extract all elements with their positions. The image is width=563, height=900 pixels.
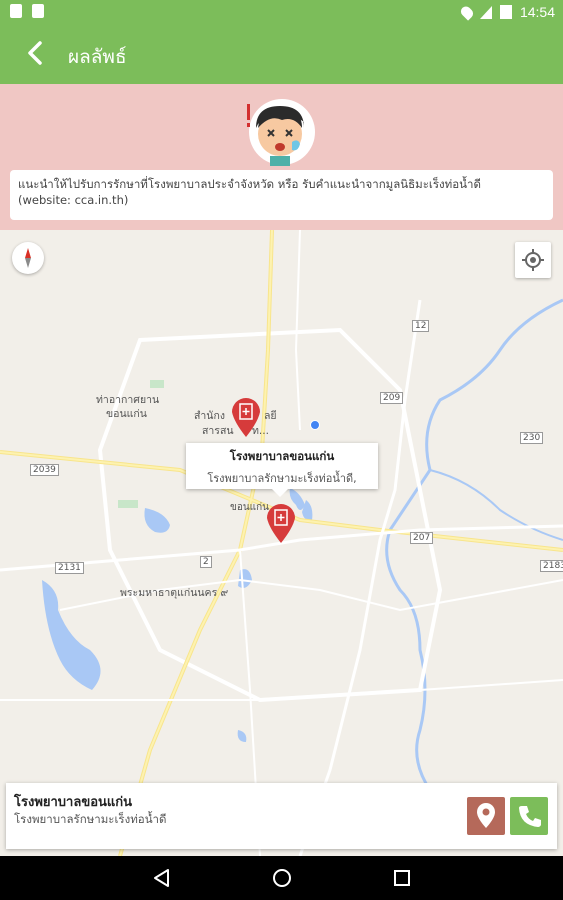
- result-panel: แนะนำให้ไปรับการรักษาที่โรงพยาบาลประจำจั…: [0, 84, 563, 230]
- nav-recents-icon[interactable]: [390, 866, 414, 890]
- hospital-name: โรงพยาบาลขอนแก่น: [14, 795, 133, 810]
- road-sign: 2131: [55, 562, 84, 574]
- advice-website: (website: cca.in.th): [18, 193, 129, 207]
- map-pin-icon: [477, 803, 495, 828]
- call-button[interactable]: [510, 797, 548, 835]
- current-location-dot: [310, 420, 320, 430]
- status-bar: 14:54: [0, 0, 563, 24]
- compass-icon: [25, 248, 31, 268]
- back-arrow-icon[interactable]: [22, 38, 52, 68]
- sick-face-illustration: [247, 99, 315, 166]
- road-sign: 209: [380, 392, 404, 404]
- road-sign: 2: [200, 556, 212, 568]
- system-nav-bar: [0, 856, 563, 900]
- map-label-temple: พระมหาธาตุแก่นนคร ๙: [120, 587, 229, 599]
- advice-text: แนะนำให้ไปรับการรักษาที่โรงพยาบาลประจำจั…: [18, 177, 481, 191]
- road-sign: 207: [410, 532, 434, 544]
- map-label-airport: ขอนแก่น: [106, 408, 147, 420]
- compass-button[interactable]: [12, 242, 44, 274]
- hospital-marker-icon[interactable]: [230, 396, 262, 438]
- phone-icon: [519, 806, 541, 827]
- show-on-map-button[interactable]: [467, 797, 505, 835]
- road-sign: 2039: [30, 464, 59, 476]
- map-label-office: สารสน: [202, 425, 234, 437]
- map-label-city: ขอนแก่น: [230, 502, 270, 513]
- nav-home-icon[interactable]: [270, 866, 294, 890]
- info-window-title: โรงพยาบาลขอนแก่น: [229, 449, 335, 463]
- nav-back-icon[interactable]: [150, 866, 174, 890]
- my-location-button[interactable]: [515, 242, 551, 278]
- marker-info-window[interactable]: โรงพยาบาลขอนแก่น โรงพยาบาลรักษามะเร็งท่อ…: [186, 443, 378, 497]
- hospital-marker-icon[interactable]: [265, 502, 297, 544]
- battery-icon: [499, 5, 512, 19]
- page-title: ผลลัพธ์: [68, 46, 127, 68]
- hospital-description: โรงพยาบาลรักษามะเร็งท่อน้ำดี: [14, 812, 167, 826]
- android-icon: [32, 4, 44, 18]
- app-bar: ผลลัพธ์: [0, 24, 563, 84]
- map-view[interactable]: ท่าอากาศยาน ขอนแก่น สำนักง ลยี สารสน ท..…: [0, 230, 563, 856]
- advice-text-box: แนะนำให้ไปรับการรักษาที่โรงพยาบาลประจำจั…: [10, 170, 553, 220]
- road-sign: 12: [412, 320, 430, 332]
- signal-icon: [479, 5, 492, 19]
- status-time: 14:54: [519, 4, 555, 20]
- info-window-subtitle: โรงพยาบาลรักษามะเร็งท่อน้ำดี,: [207, 472, 357, 485]
- crosshair-icon: [522, 249, 544, 271]
- road-sign: 2183: [540, 560, 563, 572]
- hospital-card[interactable]: โรงพยาบาลขอนแก่น โรงพยาบาลรักษามะเร็งท่อ…: [6, 783, 557, 849]
- location-icon: [458, 3, 476, 21]
- road-sign: 230: [520, 432, 544, 444]
- sd-card-icon: [10, 4, 22, 18]
